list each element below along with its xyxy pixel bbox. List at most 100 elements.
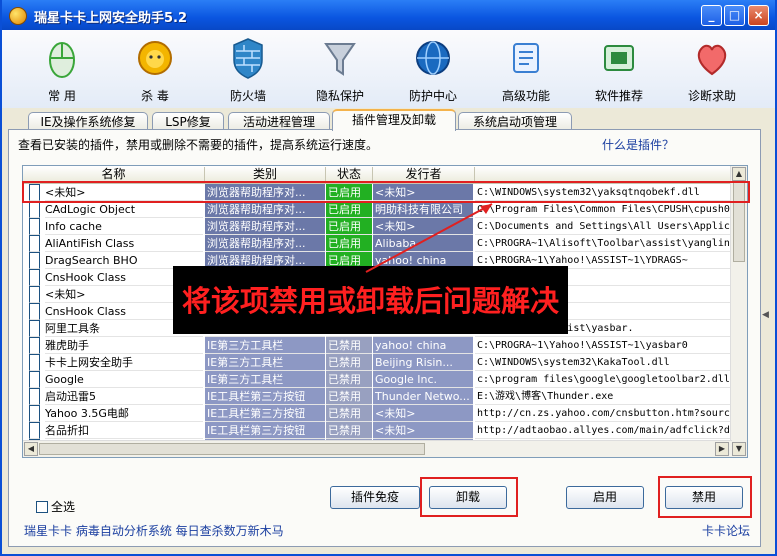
maximize-button[interactable]: □ (724, 5, 745, 26)
main-toolbar: 常 用 杀 毒 防火墙 隐私保护 防护中心 高级功能 软件推荐 诊断求助 (2, 30, 775, 109)
disable-button[interactable]: 禁用 (665, 486, 743, 509)
title-bar: 瑞星卡卡上网安全助手5.2 _ □ × (2, 0, 775, 30)
toolbar-label: 杀 毒 (141, 89, 169, 103)
toolbar-label: 隐私保护 (315, 89, 364, 103)
table-row[interactable]: 卡卡上网安全助手 IE第三方工具栏 已禁用 Beijing Risin... C:\WI… (23, 354, 733, 371)
cell-category: 浏览器帮助程序对... (205, 201, 325, 218)
scroll-down-icon[interactable]: ▼ (732, 442, 746, 456)
scroll-right-icon[interactable]: ▶ (715, 442, 729, 456)
toolbar-help-button[interactable]: 诊断求助 (672, 34, 752, 106)
tab-plugin-manager[interactable]: 插件管理及卸载 (332, 109, 456, 131)
row-checkbox[interactable] (29, 388, 40, 405)
row-checkbox[interactable] (29, 201, 40, 218)
cell-category: 浏览器帮助程序对... (205, 235, 325, 252)
row-checkbox[interactable] (29, 269, 40, 286)
tab-startup-manager[interactable]: 系统启动项管理 (458, 112, 572, 130)
footer-promo-link[interactable]: 瑞星卡卡 病毒自动分析系统 每日查杀数万新木马 (24, 522, 284, 539)
toolbar-firewall-button[interactable]: 防火墙 (208, 34, 288, 106)
cell-category: 浏览器帮助程序对... (205, 218, 325, 235)
table-row[interactable]: 启动迅雷5 IE工具栏第三方按钮 已禁用 Thunder Netwo... E:\游戏\… (23, 388, 733, 405)
row-checkbox[interactable] (29, 320, 40, 337)
row-checkbox[interactable] (29, 337, 40, 354)
plugin-exempt-button[interactable]: 插件免疫 (330, 486, 420, 509)
cell-name: Info cache (45, 218, 203, 235)
panel-description: 查看已安装的插件，禁用或删除不需要的插件，提高系统运行速度。 (18, 138, 379, 152)
cell-path: c:\program files\google\googletoolbar2.d… (475, 371, 733, 388)
annotation-banner: 将该项禁用或卸载后问题解决 (173, 266, 568, 334)
column-path[interactable] (475, 167, 733, 182)
toolbar-advanced-button[interactable]: 高级功能 (486, 34, 566, 106)
cell-publisher: Google Inc. (373, 371, 473, 388)
row-checkbox[interactable] (29, 252, 40, 269)
cell-path: C:\Program Files\Common Files\CPUSH\cpus… (475, 201, 733, 218)
toolbar-label: 软件推荐 (594, 89, 643, 103)
row-checkbox[interactable] (29, 371, 40, 388)
cell-path: C:\WINDOWS\system32\yaksqtnqobekf.dll (475, 184, 733, 201)
row-checkbox[interactable] (29, 303, 40, 320)
table-row[interactable]: Google IE第三方工具栏 已禁用 Google Inc. c:\program f… (23, 371, 733, 388)
row-checkbox[interactable] (29, 354, 40, 371)
privacy-funnel-icon (324, 43, 356, 76)
row-checkbox[interactable] (29, 422, 40, 439)
firewall-icon (233, 38, 263, 79)
vertical-scrollbar[interactable]: ▲ ▼ (730, 166, 747, 457)
tab-ie-repair[interactable]: IE及操作系统修复 (28, 112, 148, 130)
toolbar-privacy-button[interactable]: 隐私保护 (300, 34, 380, 106)
cell-publisher: <未知> (373, 405, 473, 422)
row-checkbox[interactable] (29, 286, 40, 303)
cell-category: IE工具栏第三方按钮 (205, 405, 325, 422)
heart-help-icon (697, 44, 727, 76)
scroll-left-icon[interactable]: ◀ (24, 442, 38, 456)
app-window: 瑞星卡卡上网安全助手5.2 _ □ × 常 用 杀 毒 防火墙 隐私保护 防护中… (0, 0, 777, 556)
forum-link[interactable]: 卡卡论坛 (702, 522, 750, 539)
cell-publisher: Beijing Risin... (373, 354, 473, 371)
cell-name: Google (45, 371, 203, 388)
cell-name: Yahoo 3.5G电邮 (45, 405, 203, 422)
toolbar-software-button[interactable]: 软件推荐 (579, 34, 659, 106)
toolbar-protection-button[interactable]: 防护中心 (393, 34, 473, 106)
table-row[interactable]: Yahoo 3.5G电邮 IE工具栏第三方按钮 已禁用 <未知> http://cn.z… (23, 405, 733, 422)
cell-category: IE工具栏第三方按钮 (205, 388, 325, 405)
tab-lsp-repair[interactable]: LSP修复 (152, 112, 224, 130)
what-is-plugin-link[interactable]: 什么是插件？ (602, 136, 674, 153)
cell-publisher: yahoo! china (373, 337, 473, 354)
select-all-label: 全选 (51, 500, 76, 514)
cell-category: IE第三方工具栏 (205, 371, 325, 388)
lion-icon (138, 41, 172, 75)
row-checkbox[interactable] (29, 405, 40, 422)
uninstall-button[interactable]: 卸载 (429, 486, 507, 509)
toolbar-label: 常 用 (48, 89, 76, 103)
row-checkbox[interactable] (29, 218, 40, 235)
table-row[interactable]: 雅虎助手 IE第三方工具栏 已禁用 yahoo! china C:\PROGRA~1\Y… (23, 337, 733, 354)
toolbar-common-button[interactable]: 常 用 (22, 34, 102, 106)
horizontal-scrollbar[interactable]: ◀ ▶ (23, 440, 732, 457)
cell-category: 浏览器帮助程序对... (205, 184, 325, 201)
select-all-checkbox[interactable]: 全选 (36, 498, 75, 515)
scroll-up-icon[interactable]: ▲ (732, 167, 746, 181)
table-row[interactable]: 名品折扣 IE工具栏第三方按钮 已禁用 <未知> http://adtaobao.all… (23, 422, 733, 439)
cell-publisher: <未知> (373, 422, 473, 439)
tab-process-manager[interactable]: 活动进程管理 (228, 112, 330, 130)
window-title: 瑞星卡卡上网安全助手5.2 (34, 11, 188, 26)
software-icon (604, 45, 634, 71)
column-name[interactable]: 名称 (23, 167, 205, 182)
side-collapse-icon[interactable]: ◀ (762, 310, 774, 330)
scroll-thumb[interactable] (733, 182, 745, 262)
enable-button[interactable]: 启用 (566, 486, 644, 509)
close-button[interactable]: × (748, 5, 769, 26)
cell-path: C:\PROGRA~1\Yahoo!\ASSIST~1\yasbar0 (475, 337, 733, 354)
column-status[interactable]: 状态 (326, 167, 373, 182)
cell-status: 已禁用 (326, 371, 372, 388)
cell-name: <未知> (45, 184, 203, 201)
row-checkbox[interactable] (29, 184, 40, 201)
minimize-button[interactable]: _ (701, 5, 722, 26)
toolbar-antivirus-button[interactable]: 杀 毒 (115, 34, 195, 106)
column-publisher[interactable]: 发行者 (373, 167, 475, 182)
list-header: 名称 类别 状态 发行者 (23, 166, 747, 184)
column-category[interactable]: 类别 (205, 167, 326, 182)
cell-status: 已禁用 (326, 422, 372, 439)
cell-name: 名品折扣 (45, 422, 203, 439)
row-checkbox[interactable] (29, 235, 40, 252)
hscroll-thumb[interactable] (39, 443, 425, 455)
tab-strip: IE及操作系统修复 LSP修复 活动进程管理 插件管理及卸载 系统启动项管理 (2, 108, 775, 131)
